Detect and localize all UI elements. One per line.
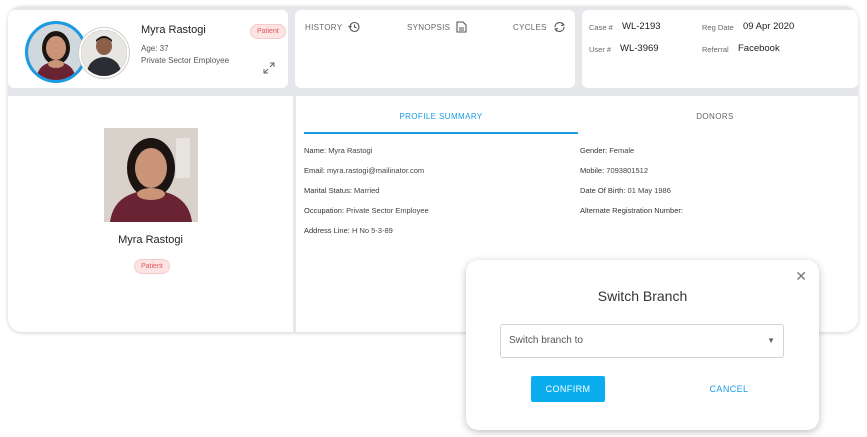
user-value: WL-3969 xyxy=(620,43,659,54)
gender-field: Gender: Female xyxy=(580,146,635,155)
caret-down-icon: ▼ xyxy=(767,336,775,345)
referral-label: Referral xyxy=(702,45,729,54)
dob-field: Date Of Birth: 01 May 1986 xyxy=(580,186,671,195)
patient-avatar[interactable] xyxy=(25,21,87,83)
tab-profile-summary[interactable]: PROFILE SUMMARY xyxy=(304,112,578,121)
partner-avatar[interactable] xyxy=(79,28,129,78)
close-icon[interactable]: ✕ xyxy=(795,268,807,285)
refresh-icon xyxy=(553,22,565,32)
case-info-card: Case # WL-2193 User # WL-3969 Reg Date 0… xyxy=(582,10,858,88)
history-icon xyxy=(348,21,360,33)
profile-badge: Patient xyxy=(134,259,170,274)
branch-select-placeholder: Switch branch to xyxy=(509,335,583,346)
marital-status-field: Marital Status: Married xyxy=(304,186,380,195)
patient-photo xyxy=(28,24,84,80)
reg-date-value: 09 Apr 2020 xyxy=(743,21,795,32)
reg-date-label: Reg Date xyxy=(702,23,734,32)
synopsis-label: SYNOPSIS xyxy=(407,22,451,32)
cycles-label: CYCLES xyxy=(513,22,547,32)
dialog-title: Switch Branch xyxy=(597,288,688,304)
tab-donors[interactable]: DONORS xyxy=(578,112,852,121)
referral-value: Facebook xyxy=(738,43,780,54)
history-tab[interactable]: HISTORY xyxy=(305,21,360,33)
cancel-button[interactable]: CANCEL xyxy=(696,376,762,402)
name-field: Name: Myra Rastogi xyxy=(304,146,373,155)
address-field: Address Line: H No 5-3-89 xyxy=(304,226,393,235)
switch-branch-dialog: ✕ Switch Branch Switch branch to ▼ CONFI… xyxy=(466,260,819,430)
synopsis-tab[interactable]: SYNOPSIS xyxy=(407,21,467,33)
patient-occupation: Private Sector Employee xyxy=(141,56,230,65)
profile-name: Myra Rastogi xyxy=(118,234,183,246)
history-nav-card: HISTORY SYNOPSIS CYCLES xyxy=(295,10,575,88)
case-label: Case # xyxy=(589,23,613,32)
profile-card: Myra Rastogi Patient xyxy=(8,96,293,332)
case-value: WL-2193 xyxy=(622,21,661,32)
confirm-button[interactable]: CONFIRM xyxy=(531,376,605,402)
cycles-tab[interactable]: CYCLES xyxy=(513,21,566,33)
patient-age: Age: 37 xyxy=(141,44,169,53)
email-field: Email: myra.rastogi@mailinator.com xyxy=(304,166,425,175)
document-icon xyxy=(456,21,467,33)
alternate-registration-field: Alternate Registration Number: xyxy=(580,206,683,215)
partner-photo xyxy=(81,30,127,76)
occupation-field: Occupation: Private Sector Employee xyxy=(304,206,429,215)
expand-icon[interactable] xyxy=(263,61,275,74)
user-label: User # xyxy=(589,45,612,54)
active-tab-indicator xyxy=(304,132,578,134)
mobile-field: Mobile: 7093801512 xyxy=(580,166,648,175)
patient-name: Myra Rastogi xyxy=(141,24,206,36)
history-label: HISTORY xyxy=(305,22,343,32)
patient-badge: Patient xyxy=(250,24,286,39)
profile-photo xyxy=(104,128,198,222)
patient-header-card: Myra Rastogi Age: 37 Private Sector Empl… xyxy=(8,10,288,88)
branch-select[interactable]: Switch branch to ▼ xyxy=(500,324,784,358)
